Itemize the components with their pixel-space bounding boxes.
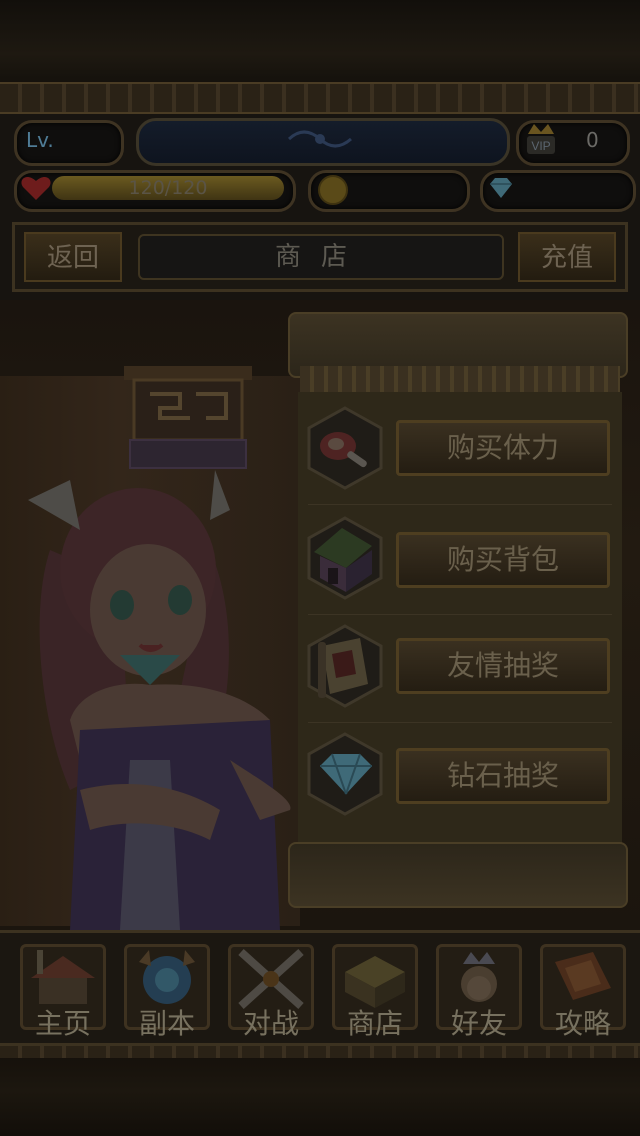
- shop-icon: [335, 948, 415, 1010]
- recharge-button[interactable]: 充值: [518, 232, 616, 282]
- diamond-draw-button[interactable]: 钻石抽奖: [396, 748, 610, 804]
- friendship-draw-button[interactable]: 友情抽奖: [396, 638, 610, 694]
- home-icon: [23, 948, 103, 1010]
- tab-dungeon-label: 副本: [138, 1007, 195, 1040]
- bottom-ornament: [0, 1046, 640, 1058]
- dungeon-icon: [127, 948, 207, 1010]
- tab-guide-label: 攻略: [554, 1007, 611, 1040]
- gold-coin-icon: [318, 175, 348, 205]
- buy-backpack-button[interactable]: 购买背包: [396, 532, 610, 588]
- game-screen: Lv. VIP 0 120/120 返回 商店 充值 购买体力 购买背包 友情抽…: [0, 0, 640, 1136]
- crossed-swords-icon: [231, 948, 311, 1010]
- bottom-frame: [0, 1046, 640, 1136]
- menu-divider: [308, 614, 612, 615]
- meat-icon: [306, 406, 384, 490]
- vip-label: VIP: [531, 139, 550, 153]
- scroll-ornament: [300, 366, 620, 392]
- tab-friends-label: 好友: [450, 1007, 507, 1040]
- level-label: Lv.: [26, 128, 54, 152]
- guide-book-icon: [543, 948, 623, 1010]
- diamond-icon: [306, 732, 384, 816]
- tab-battle-label: 对战: [242, 1007, 299, 1040]
- friend-icon: [439, 948, 519, 1010]
- page-title: 商店: [274, 242, 367, 272]
- small-diamond-icon: [488, 176, 514, 200]
- top-ornament: [0, 82, 640, 114]
- menu-divider: [308, 722, 612, 723]
- buy-stamina-button[interactable]: 购买体力: [396, 420, 610, 476]
- top-frame: [0, 0, 640, 92]
- tab-shop-label: 商店: [346, 1007, 403, 1040]
- stamina-text: 120/120: [128, 177, 208, 199]
- vip-value: 0: [586, 128, 599, 152]
- hanging-sign-icon: [120, 364, 256, 472]
- scroll-bottom-roll: [288, 842, 628, 908]
- menu-divider: [308, 504, 612, 505]
- tab-home-label: 主页: [34, 1007, 91, 1040]
- back-button[interactable]: 返回: [24, 232, 122, 282]
- house-icon: [306, 516, 384, 600]
- name-bar-ornament-icon: [287, 130, 352, 148]
- scroll-icon: [306, 624, 384, 708]
- player-name-bar: [136, 118, 510, 166]
- shopkeeper-girl-icon: [10, 460, 300, 930]
- vip-crown-icon: VIP: [524, 120, 558, 158]
- heart-icon: [20, 174, 52, 202]
